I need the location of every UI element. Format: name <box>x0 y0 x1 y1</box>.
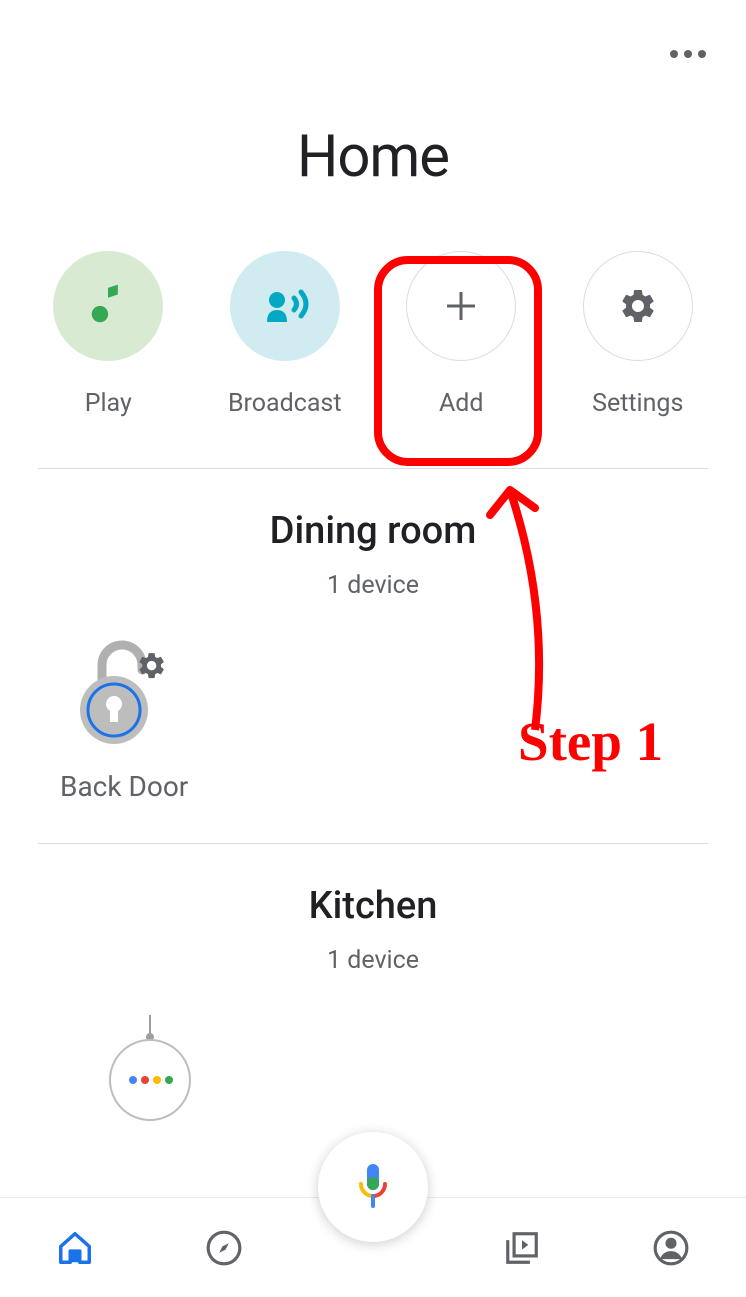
device-grid: Back Door <box>0 600 746 803</box>
nav-home[interactable] <box>53 1226 97 1270</box>
media-icon <box>503 1229 541 1267</box>
room-title: Dining room <box>0 509 746 553</box>
device-back-door[interactable]: Back Door <box>60 630 188 803</box>
nav-account[interactable] <box>649 1226 693 1270</box>
broadcast-icon <box>230 251 340 361</box>
action-label: Settings <box>592 389 683 418</box>
settings-button[interactable]: Settings <box>558 251 718 418</box>
play-button[interactable]: Play <box>28 251 188 418</box>
action-label: Broadcast <box>228 389 342 418</box>
device-label: Back Door <box>60 770 188 803</box>
account-icon <box>652 1229 690 1267</box>
dot-icon <box>684 50 692 58</box>
device-speaker[interactable] <box>100 1005 200 1125</box>
nav-media[interactable] <box>500 1226 544 1270</box>
more-menu-button[interactable] <box>670 50 706 58</box>
add-button[interactable]: Add <box>381 251 541 418</box>
voice-assistant-button[interactable] <box>318 1132 428 1242</box>
page-title: Home <box>0 123 746 191</box>
room-dining-room: Dining room 1 device Back Door <box>0 469 746 843</box>
room-title: Kitchen <box>0 884 746 928</box>
dot-icon <box>698 50 706 58</box>
microphone-icon <box>353 1162 393 1212</box>
room-subtitle: 1 device <box>0 571 746 600</box>
gear-icon <box>583 251 693 361</box>
nav-discover[interactable] <box>202 1226 246 1270</box>
room-subtitle: 1 device <box>0 946 746 975</box>
action-label: Add <box>439 389 484 418</box>
speaker-icon <box>100 1005 200 1125</box>
plus-icon <box>406 251 516 361</box>
music-note-icon <box>53 251 163 361</box>
action-label: Play <box>85 389 132 418</box>
action-row: Play Broadcast Add Settings <box>0 191 746 468</box>
header-bar <box>0 0 746 58</box>
home-icon <box>56 1229 94 1267</box>
room-kitchen: Kitchen 1 device <box>0 844 746 1165</box>
broadcast-button[interactable]: Broadcast <box>205 251 365 418</box>
dot-icon <box>670 50 678 58</box>
compass-icon <box>205 1229 243 1267</box>
device-grid <box>0 975 746 1125</box>
lock-icon <box>74 630 174 750</box>
